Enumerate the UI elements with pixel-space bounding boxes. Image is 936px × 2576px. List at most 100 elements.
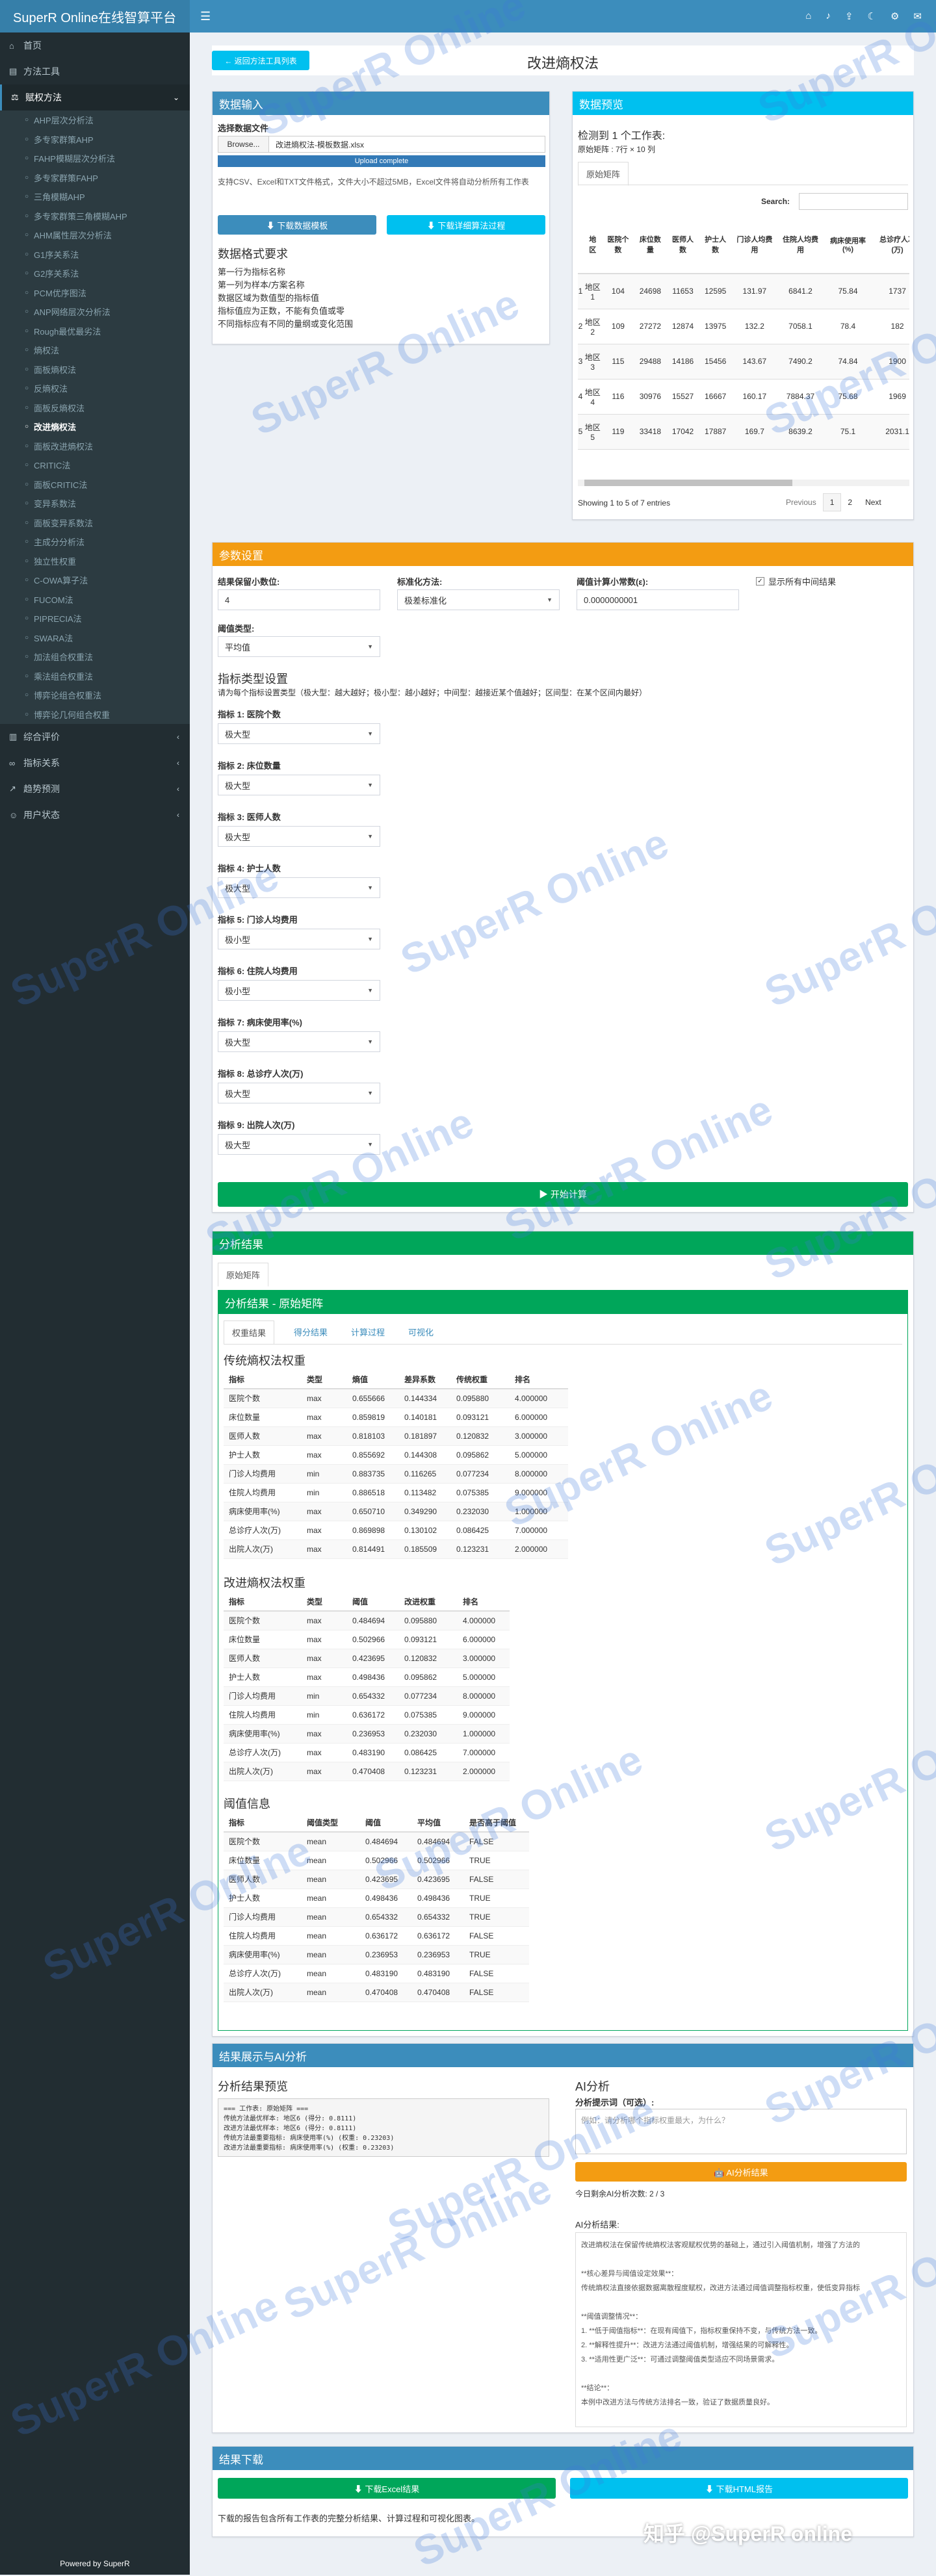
run-button[interactable]: ▶ 开始计算 [218, 1182, 908, 1207]
menu-toggle-icon[interactable]: ☰ [200, 10, 211, 23]
format-line: 不同指标应有不同的量纲或变化范围 [218, 319, 354, 329]
thr-type-select[interactable]: 平均值 ▼ [218, 636, 380, 657]
submenu-item[interactable]: ○ G2序关系法 [0, 264, 190, 283]
column-header[interactable]: 门诊人均费用 [731, 215, 778, 274]
next-page[interactable]: Next [859, 494, 888, 511]
sidebar-item-user[interactable]: ☺ 用户状态 ‹ [0, 802, 190, 828]
submenu-item[interactable]: ○ 主成分分析法 [0, 532, 190, 552]
sidebar-item-tools[interactable]: ▤ 方法工具 [0, 58, 190, 84]
indicator-type-select[interactable]: 极大型 ▼ [218, 826, 380, 847]
column-header[interactable]: 医院个数 [602, 215, 634, 274]
column-header[interactable]: 病床使用率(%) [823, 215, 873, 274]
prompt-textarea[interactable]: 例如：请分析哪个指标权重最大，为什么？ [575, 2109, 907, 2154]
indicator-type-select[interactable]: 极大型 ▼ [218, 1031, 380, 1052]
submenu-item[interactable]: ○ CRITIC法 [0, 456, 190, 475]
bell-icon[interactable]: ♪ [826, 10, 831, 22]
submenu-item[interactable]: ○ 变异系数法 [0, 494, 190, 513]
submenu-item[interactable]: ○ 反熵权法 [0, 379, 190, 398]
submenu-item[interactable]: ○ ANP网络层次分析法 [0, 302, 190, 322]
indicator-type-select[interactable]: 极大型 ▼ [218, 1134, 380, 1155]
download-tutorial-button[interactable]: ⬇ 下载详细算法过程 [387, 215, 545, 235]
sidebar-item-weighting[interactable]: ⚖ 赋权方法 ⌄ [0, 84, 190, 110]
submenu-item[interactable]: ○ SWARA法 [0, 628, 190, 648]
browse-button[interactable]: Browse... [218, 136, 269, 152]
submenu-item[interactable]: ○ 面板改进熵权法 [0, 437, 190, 456]
submenu-item[interactable]: ○ FUCOM法 [0, 590, 190, 610]
submenu-item[interactable]: ○ 博弈论几何组合权重 [0, 705, 190, 725]
column-header[interactable]: 地区 [583, 215, 603, 274]
download-html-button[interactable]: ⬇ 下载HTML报告 [570, 2478, 908, 2499]
file-input[interactable]: Browse... 改进熵权法-模板数据.xlsx [218, 136, 545, 153]
theme-icon[interactable]: ☾ [868, 10, 876, 22]
table-row: 床位数量 mean 0.502966 0.502966 TRUE [224, 1851, 529, 1870]
page-1[interactable]: 1 [822, 493, 842, 511]
download-excel-button[interactable]: ⬇ 下载Excel结果 [218, 2478, 556, 2499]
horizontal-scrollbar[interactable] [578, 480, 909, 486]
result-tab[interactable]: 可视化 [408, 1326, 434, 1338]
submenu-item[interactable]: ○ FAHP模糊层次分析法 [0, 149, 190, 168]
submenu-item[interactable]: ○ 面板CRITIC法 [0, 475, 190, 495]
column-header[interactable]: 住院人均费用 [777, 215, 824, 274]
show-all-checkbox[interactable]: ✓ 显示所有中间结果 [756, 575, 836, 587]
submenu-item[interactable]: ○ C-OWA算子法 [0, 571, 190, 590]
column-header[interactable] [578, 215, 583, 274]
submenu-item[interactable]: ○ 博弈论组合权重法 [0, 686, 190, 705]
submenu-item[interactable]: ○ AHP层次分析法 [0, 110, 190, 130]
column-header[interactable]: 总诊疗人次(万) [872, 215, 909, 274]
sidebar-item-evaluation[interactable]: ▥ 综合评价 ‹ [0, 724, 190, 750]
submenu-item[interactable]: ○ 独立性权重 [0, 552, 190, 571]
column-header[interactable]: 护士人数 [699, 215, 732, 274]
indicator-type-select[interactable]: 极大型 ▼ [218, 775, 380, 795]
submenu-item[interactable]: ○ 面板变异系数法 [0, 513, 190, 533]
result-tab[interactable]: 计算过程 [351, 1326, 385, 1338]
submenu-item[interactable]: ○ 多专家群策三角模糊AHP [0, 207, 190, 226]
indicator-label: 指标 1: 医院个数 [218, 710, 281, 719]
submenu-item[interactable]: ○ 乘法组合权重法 [0, 667, 190, 686]
column-header[interactable]: 医师人数 [666, 215, 699, 274]
submenu-item[interactable]: ○ 三角模糊AHP [0, 187, 190, 207]
indicator-type-select[interactable]: 极小型 ▼ [218, 929, 380, 949]
submenu-item[interactable]: ○ 多专家群策FAHP [0, 168, 190, 188]
table-cell: 7.000000 [458, 1743, 510, 1762]
submenu-item[interactable]: ○ 加法组合权重法 [0, 647, 190, 667]
chat-icon[interactable]: ✉ [913, 10, 922, 22]
table-cell: 0.140181 [399, 1408, 451, 1427]
indicator-type-select[interactable]: 极小型 ▼ [218, 980, 380, 1001]
result-tab[interactable]: 权重结果 [224, 1320, 275, 1345]
submenu-item[interactable]: ○ 改进熵权法 [0, 417, 190, 437]
indicator-type-select[interactable]: 极大型 ▼ [218, 1083, 380, 1103]
result-tab[interactable]: 得分结果 [294, 1326, 328, 1338]
home-icon[interactable]: ⌂ [805, 10, 811, 22]
std-select[interactable]: 极差标准化 ▼ [397, 589, 560, 610]
submenu-item[interactable]: ○ PIPRECIA法 [0, 609, 190, 628]
column-header[interactable]: 床位数量 [634, 215, 667, 274]
page-2[interactable]: 2 [841, 494, 859, 511]
submenu-item[interactable]: ○ 面板反熵权法 [0, 398, 190, 418]
sidebar-item-home[interactable]: ⌂ 首页 [0, 32, 190, 58]
submenu-item[interactable]: ○ PCM优序图法 [0, 283, 190, 303]
ai-analyze-button[interactable]: 🤖 AI分析结果 [575, 2162, 907, 2182]
indicator-type-select[interactable]: 极大型 ▼ [218, 877, 380, 898]
submenu-item[interactable]: ○ 面板熵权法 [0, 360, 190, 380]
settings-icon[interactable]: ⚙ [890, 10, 899, 22]
download-template-button[interactable]: ⬇ 下载数据模板 [218, 215, 376, 235]
submenu-item[interactable]: ○ Rough最优最劣法 [0, 322, 190, 341]
submenu-item[interactable]: ○ 多专家群策AHP [0, 130, 190, 149]
tab-raw-matrix[interactable]: 原始矩阵 [578, 162, 629, 186]
share-icon[interactable]: ⇪ [845, 10, 853, 22]
app-logo[interactable]: SuperR Online在线智算平台 [0, 0, 190, 32]
sidebar-item-forecast[interactable]: ↗ 趋势预测 ‹ [0, 776, 190, 802]
submenu-item[interactable]: ○ 熵权法 [0, 341, 190, 360]
indicator-type-select[interactable]: 极大型 ▼ [218, 723, 380, 744]
sidebar-item-relations[interactable]: ∞ 指标关系 ‹ [0, 750, 190, 776]
submenu-item[interactable]: ○ G1序关系法 [0, 245, 190, 264]
prev-page[interactable]: Previous [779, 494, 823, 511]
table-cell: min [302, 1464, 347, 1484]
checkbox-icon[interactable]: ✓ [756, 577, 764, 586]
submenu-item[interactable]: ○ AHM属性层次分析法 [0, 225, 190, 245]
scroll-thumb[interactable] [584, 480, 792, 486]
search-input[interactable] [799, 193, 908, 210]
decimal-input[interactable]: 4 [218, 589, 380, 610]
threshold-input[interactable]: 0.0000000001 [577, 589, 739, 610]
tab-raw-matrix-result[interactable]: 原始矩阵 [218, 1263, 269, 1287]
